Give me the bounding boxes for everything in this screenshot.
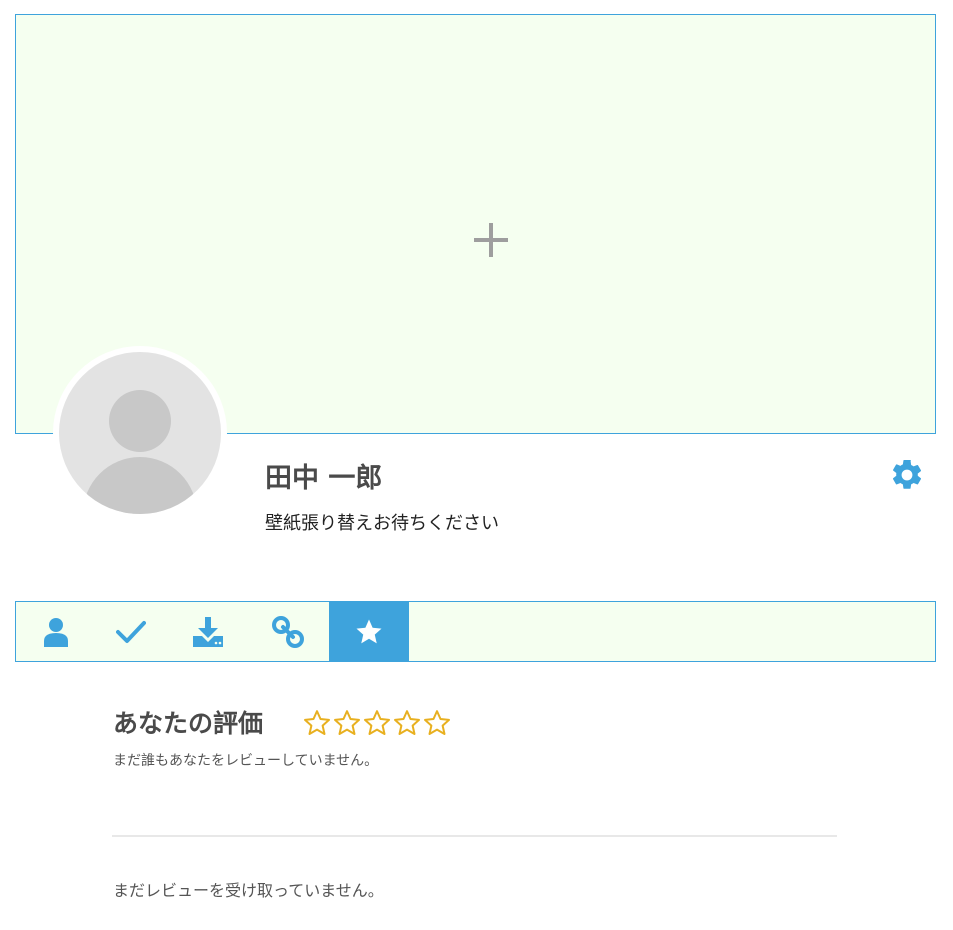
download-icon <box>193 616 223 647</box>
rating-stars <box>302 708 452 738</box>
rating-title: あなたの評価 <box>113 709 264 738</box>
profile-name: 田中 一郎 <box>265 463 383 494</box>
tab-reviews[interactable] <box>329 602 409 661</box>
divider <box>112 835 837 837</box>
check-icon <box>116 620 146 643</box>
tab-check[interactable] <box>91 602 171 661</box>
profile-status: 壁紙張り替えお待ちください <box>265 513 499 534</box>
star-outline-icon <box>304 710 330 735</box>
no-reviews-received-text: まだレビューを受け取っていません。 <box>113 881 384 900</box>
tab-user[interactable] <box>16 602 96 661</box>
star-outline-icon <box>424 710 450 735</box>
star-outline-icon <box>394 710 420 735</box>
no-reviews-self-text: まだ誰もあなたをレビューしていません。 <box>113 753 379 769</box>
gear-icon[interactable] <box>889 457 925 493</box>
plus-icon[interactable] <box>474 223 508 257</box>
star-icon <box>356 619 382 643</box>
star-outline-icon <box>364 710 390 735</box>
tab-download[interactable] <box>168 602 248 661</box>
link-icon <box>272 615 304 648</box>
user-icon <box>44 617 68 647</box>
avatar[interactable] <box>53 346 227 520</box>
tab-link[interactable] <box>248 602 328 661</box>
star-outline-icon <box>334 710 360 735</box>
profile-tabs <box>15 601 936 662</box>
user-avatar-placeholder-icon <box>59 352 221 514</box>
